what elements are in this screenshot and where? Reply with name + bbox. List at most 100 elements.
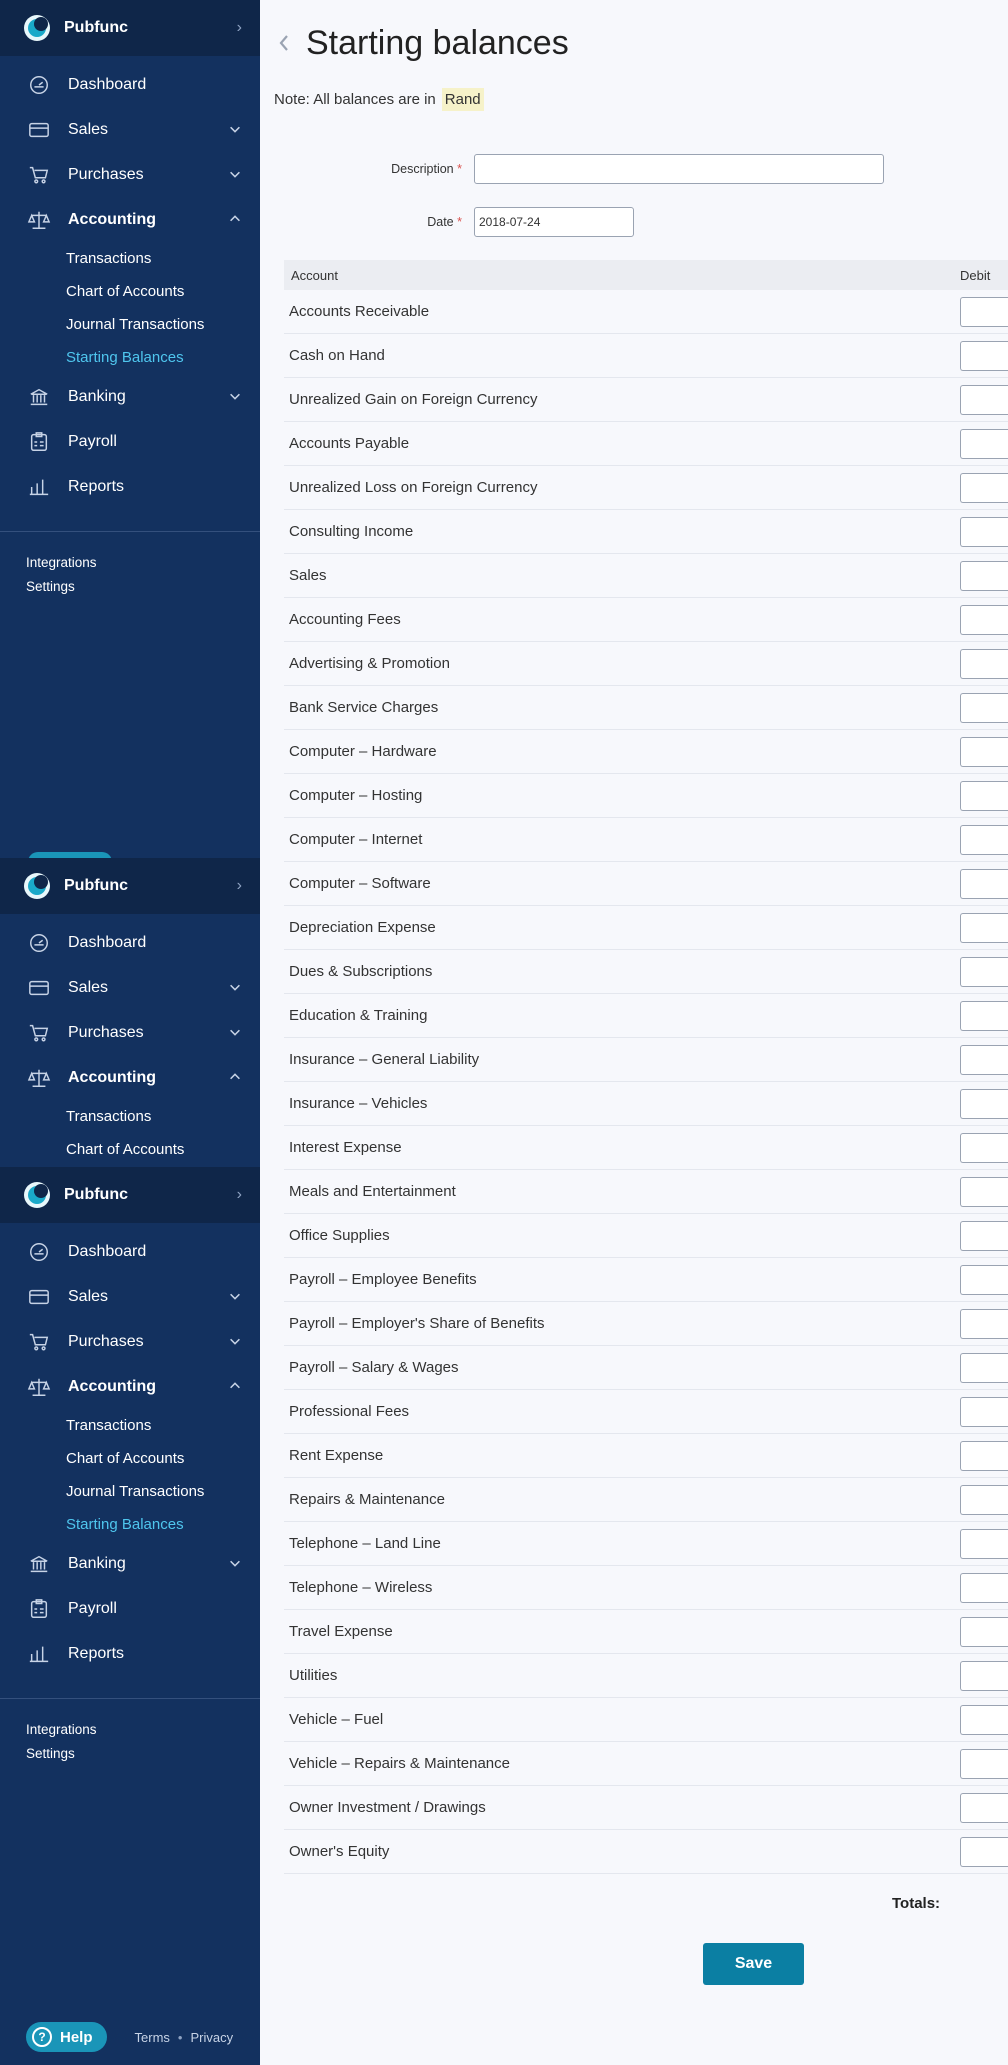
sidebar-subitem-chart-of-accounts[interactable]: Chart of Accounts [0, 275, 260, 308]
sidebar-item-dashboard[interactable]: Dashboard [0, 920, 260, 965]
debit-input[interactable] [960, 1704, 1008, 1735]
sidebar-item-accounting[interactable]: Accounting [0, 1055, 260, 1100]
sidebar-header[interactable]: Pubfunc › [0, 0, 260, 56]
table-row: Advertising & Promotion [284, 642, 1008, 686]
debit-input[interactable] [960, 340, 1008, 371]
debit-input[interactable] [960, 1748, 1008, 1779]
account-name: Repairs & Maintenance [289, 1491, 445, 1508]
chevron-right-icon[interactable]: › [237, 877, 242, 895]
sidebar-subitem-chart-of-accounts[interactable]: Chart of Accounts [0, 1442, 260, 1475]
sidebar-subitem-journal-transactions[interactable]: Journal Transactions [0, 1475, 260, 1508]
sidebar-subitem-starting-balances[interactable]: Starting Balances [0, 341, 260, 374]
debit-input[interactable] [960, 1396, 1008, 1427]
debit-input[interactable] [960, 1308, 1008, 1339]
chevron-down-icon [228, 1289, 244, 1305]
sidebar-subitem-transactions[interactable]: Transactions [0, 242, 260, 275]
sidebar-item-purchases[interactable]: Purchases [0, 1010, 260, 1055]
pubfunc-logo-icon [24, 1182, 50, 1208]
debit-input[interactable] [960, 1176, 1008, 1207]
sidebar-subitem-transactions[interactable]: Transactions [0, 1409, 260, 1442]
help-button[interactable]: ? Help [26, 2022, 107, 2052]
credit-card-icon [26, 1286, 52, 1308]
account-name: Computer – Hosting [289, 787, 423, 804]
debit-input[interactable] [960, 1132, 1008, 1163]
debit-input[interactable] [960, 1220, 1008, 1251]
sidebar-item-payroll[interactable]: Payroll [0, 419, 260, 464]
debit-input[interactable] [960, 1616, 1008, 1647]
save-button[interactable]: Save [703, 1943, 804, 1985]
terms-link[interactable]: Terms [135, 2030, 170, 2045]
debit-input[interactable] [960, 1264, 1008, 1295]
debit-input[interactable] [960, 472, 1008, 503]
debit-input[interactable] [960, 516, 1008, 547]
sidebar-item-label: Payroll [68, 1599, 117, 1617]
sidebar-link-settings[interactable]: Settings [0, 1741, 260, 1765]
totals-label: Totals: [892, 1895, 941, 1912]
sidebar-item-label: Accounting [68, 1068, 156, 1086]
debit-input[interactable] [960, 1528, 1008, 1559]
table-row: Owner's Equity [284, 1830, 1008, 1874]
privacy-link[interactable]: Privacy [190, 2030, 233, 2045]
debit-input[interactable] [960, 1000, 1008, 1031]
sidebar-item-reports[interactable]: Reports [0, 1631, 260, 1676]
sidebar-subitem-chart-of-accounts[interactable]: Chart of Accounts [0, 1133, 260, 1166]
sidebar-item-banking[interactable]: Banking [0, 1541, 260, 1586]
account-name: Dues & Subscriptions [289, 963, 433, 980]
debit-input[interactable] [960, 1660, 1008, 1691]
debit-input[interactable] [960, 1352, 1008, 1383]
sidebar-item-dashboard[interactable]: Dashboard [0, 62, 260, 107]
sidebar-item-label: Banking [68, 387, 126, 405]
chevron-right-icon[interactable]: › [237, 1186, 242, 1204]
debit-input[interactable] [960, 956, 1008, 987]
credit-card-icon [26, 977, 52, 999]
sidebar-item-dashboard[interactable]: Dashboard [0, 1229, 260, 1274]
debit-input[interactable] [960, 736, 1008, 767]
debit-input[interactable] [960, 560, 1008, 591]
sidebar-subitem-starting-balances[interactable]: Starting Balances [0, 1508, 260, 1541]
sidebar-item-purchases[interactable]: Purchases [0, 152, 260, 197]
debit-input[interactable] [960, 428, 1008, 459]
sidebar-header[interactable]: Pubfunc › [0, 1167, 260, 1223]
chevron-right-icon[interactable]: › [237, 19, 242, 37]
debit-input[interactable] [960, 692, 1008, 723]
sidebar-item-sales[interactable]: Sales [0, 1274, 260, 1319]
debit-input[interactable] [960, 1440, 1008, 1471]
credit-card-icon [26, 119, 52, 141]
debit-input[interactable] [960, 604, 1008, 635]
sidebar-item-sales[interactable]: Sales [0, 107, 260, 152]
bank-icon [26, 386, 52, 408]
sidebar-link-integrations[interactable]: Integrations [0, 1717, 260, 1741]
sidebar-link-integrations[interactable]: Integrations [0, 550, 260, 574]
sidebar-item-label: Sales [68, 120, 109, 138]
debit-input[interactable] [960, 384, 1008, 415]
sidebar-item-banking[interactable]: Banking [0, 374, 260, 419]
sidebar-item-accounting[interactable]: Accounting [0, 197, 260, 242]
sidebar-item-sales[interactable]: Sales [0, 965, 260, 1010]
sidebar-footer: ? Help Terms • Privacy [0, 2017, 260, 2057]
sidebar-subitem-journal-transactions[interactable]: Journal Transactions [0, 308, 260, 341]
debit-input[interactable] [960, 780, 1008, 811]
sidebar-item-reports[interactable]: Reports [0, 464, 260, 509]
sidebar-link-settings[interactable]: Settings [0, 574, 260, 598]
sidebar-item-purchases[interactable]: Purchases [0, 1319, 260, 1364]
debit-input[interactable] [960, 648, 1008, 679]
debit-input[interactable] [960, 912, 1008, 943]
back-chevron-icon[interactable] [276, 32, 294, 56]
debit-input[interactable] [960, 296, 1008, 327]
debit-input[interactable] [960, 1044, 1008, 1075]
account-name: Vehicle – Repairs & Maintenance [289, 1755, 510, 1772]
sidebar-item-payroll[interactable]: Payroll [0, 1586, 260, 1631]
description-input[interactable] [474, 154, 884, 184]
debit-input[interactable] [960, 1088, 1008, 1119]
account-name: Telephone – Wireless [289, 1579, 433, 1596]
debit-input[interactable] [960, 1792, 1008, 1823]
sidebar-subitem-transactions[interactable]: Transactions [0, 1100, 260, 1133]
debit-input[interactable] [960, 1484, 1008, 1515]
sidebar-item-accounting[interactable]: Accounting [0, 1364, 260, 1409]
debit-input[interactable] [960, 868, 1008, 899]
date-input[interactable] [474, 207, 634, 237]
debit-input[interactable] [960, 1836, 1008, 1867]
debit-input[interactable] [960, 824, 1008, 855]
debit-input[interactable] [960, 1572, 1008, 1603]
sidebar-header[interactable]: Pubfunc › [0, 858, 260, 914]
